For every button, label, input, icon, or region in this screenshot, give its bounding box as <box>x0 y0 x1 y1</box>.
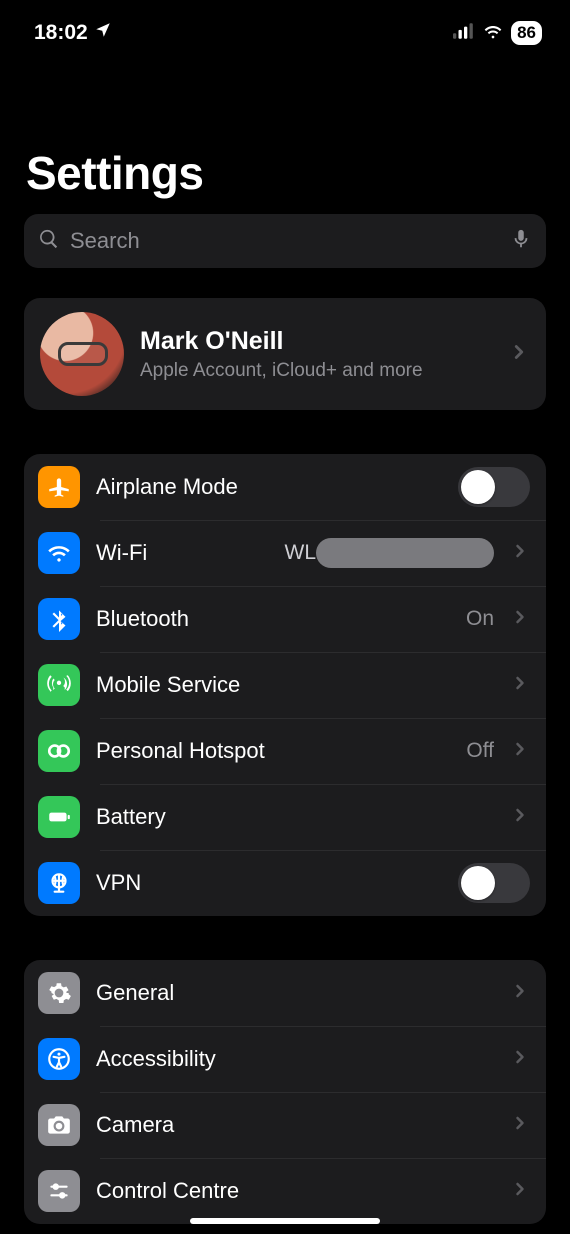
chevron-right-icon <box>510 541 530 566</box>
sliders-icon <box>38 1170 80 1212</box>
general-label: General <box>96 980 494 1006</box>
bluetooth-label: Bluetooth <box>96 606 450 632</box>
hotspot-value: Off <box>466 739 494 763</box>
battery-row[interactable]: Battery <box>24 784 546 850</box>
chevron-right-icon <box>510 739 530 764</box>
wifi-value: WL <box>285 538 495 568</box>
general-row[interactable]: General <box>24 960 546 1026</box>
accessibility-label: Accessibility <box>96 1046 494 1072</box>
gear-icon <box>38 972 80 1014</box>
antenna-icon <box>38 664 80 706</box>
control-centre-label: Control Centre <box>96 1178 494 1204</box>
search-placeholder: Search <box>70 228 500 254</box>
avatar <box>40 312 124 396</box>
mic-icon[interactable] <box>510 228 532 255</box>
account-name: Mark O'Neill <box>140 327 492 356</box>
wifi-row[interactable]: Wi-Fi WL <box>24 520 546 586</box>
search-icon <box>38 228 60 255</box>
chevron-right-icon <box>508 341 530 368</box>
chevron-right-icon <box>510 673 530 698</box>
cellular-icon <box>453 23 475 44</box>
bluetooth-icon <box>38 598 80 640</box>
chevron-right-icon <box>510 1047 530 1072</box>
status-right: 86 <box>453 20 542 47</box>
mobile-label: Mobile Service <box>96 672 494 698</box>
bluetooth-row[interactable]: Bluetooth On <box>24 586 546 652</box>
bluetooth-value: On <box>466 607 494 631</box>
account-subtitle: Apple Account, iCloud+ and more <box>140 360 492 382</box>
accessibility-icon <box>38 1038 80 1080</box>
hotspot-icon <box>38 730 80 772</box>
wifi-status-icon <box>482 20 504 47</box>
battery-pill: 86 <box>511 21 542 45</box>
chevron-right-icon <box>510 607 530 632</box>
battery-label: Battery <box>96 804 494 830</box>
globe-icon <box>38 862 80 904</box>
accessibility-row[interactable]: Accessibility <box>24 1026 546 1092</box>
status-time: 18:02 <box>34 21 88 45</box>
chevron-right-icon <box>510 1113 530 1138</box>
chevron-right-icon <box>510 981 530 1006</box>
vpn-toggle[interactable] <box>458 863 530 903</box>
chevron-right-icon <box>510 805 530 830</box>
airplane-mode-row[interactable]: Airplane Mode <box>24 454 546 520</box>
battery-icon <box>38 796 80 838</box>
status-left: 18:02 <box>34 21 112 45</box>
home-indicator[interactable] <box>190 1218 380 1224</box>
connectivity-group: Airplane Mode Wi-Fi WL Bluetooth On Mobi… <box>24 454 546 916</box>
system-group: General Accessibility Camera Control Cen… <box>24 960 546 1224</box>
location-icon <box>94 21 112 45</box>
airplane-icon <box>38 466 80 508</box>
hotspot-row[interactable]: Personal Hotspot Off <box>24 718 546 784</box>
wifi-redacted <box>316 538 494 568</box>
hotspot-label: Personal Hotspot <box>96 738 450 764</box>
search-field[interactable]: Search <box>24 214 546 268</box>
mobile-service-row[interactable]: Mobile Service <box>24 652 546 718</box>
wifi-label: Wi-Fi <box>96 540 269 566</box>
camera-label: Camera <box>96 1112 494 1138</box>
camera-icon <box>38 1104 80 1146</box>
vpn-row[interactable]: VPN <box>24 850 546 916</box>
camera-row[interactable]: Camera <box>24 1092 546 1158</box>
vpn-label: VPN <box>96 870 442 896</box>
page-title: Settings <box>0 54 570 214</box>
airplane-toggle[interactable] <box>458 467 530 507</box>
status-bar: 18:02 86 <box>0 0 570 54</box>
chevron-right-icon <box>510 1179 530 1204</box>
airplane-label: Airplane Mode <box>96 474 442 500</box>
account-row[interactable]: Mark O'Neill Apple Account, iCloud+ and … <box>24 298 546 410</box>
control-centre-row[interactable]: Control Centre <box>24 1158 546 1224</box>
wifi-icon <box>38 532 80 574</box>
